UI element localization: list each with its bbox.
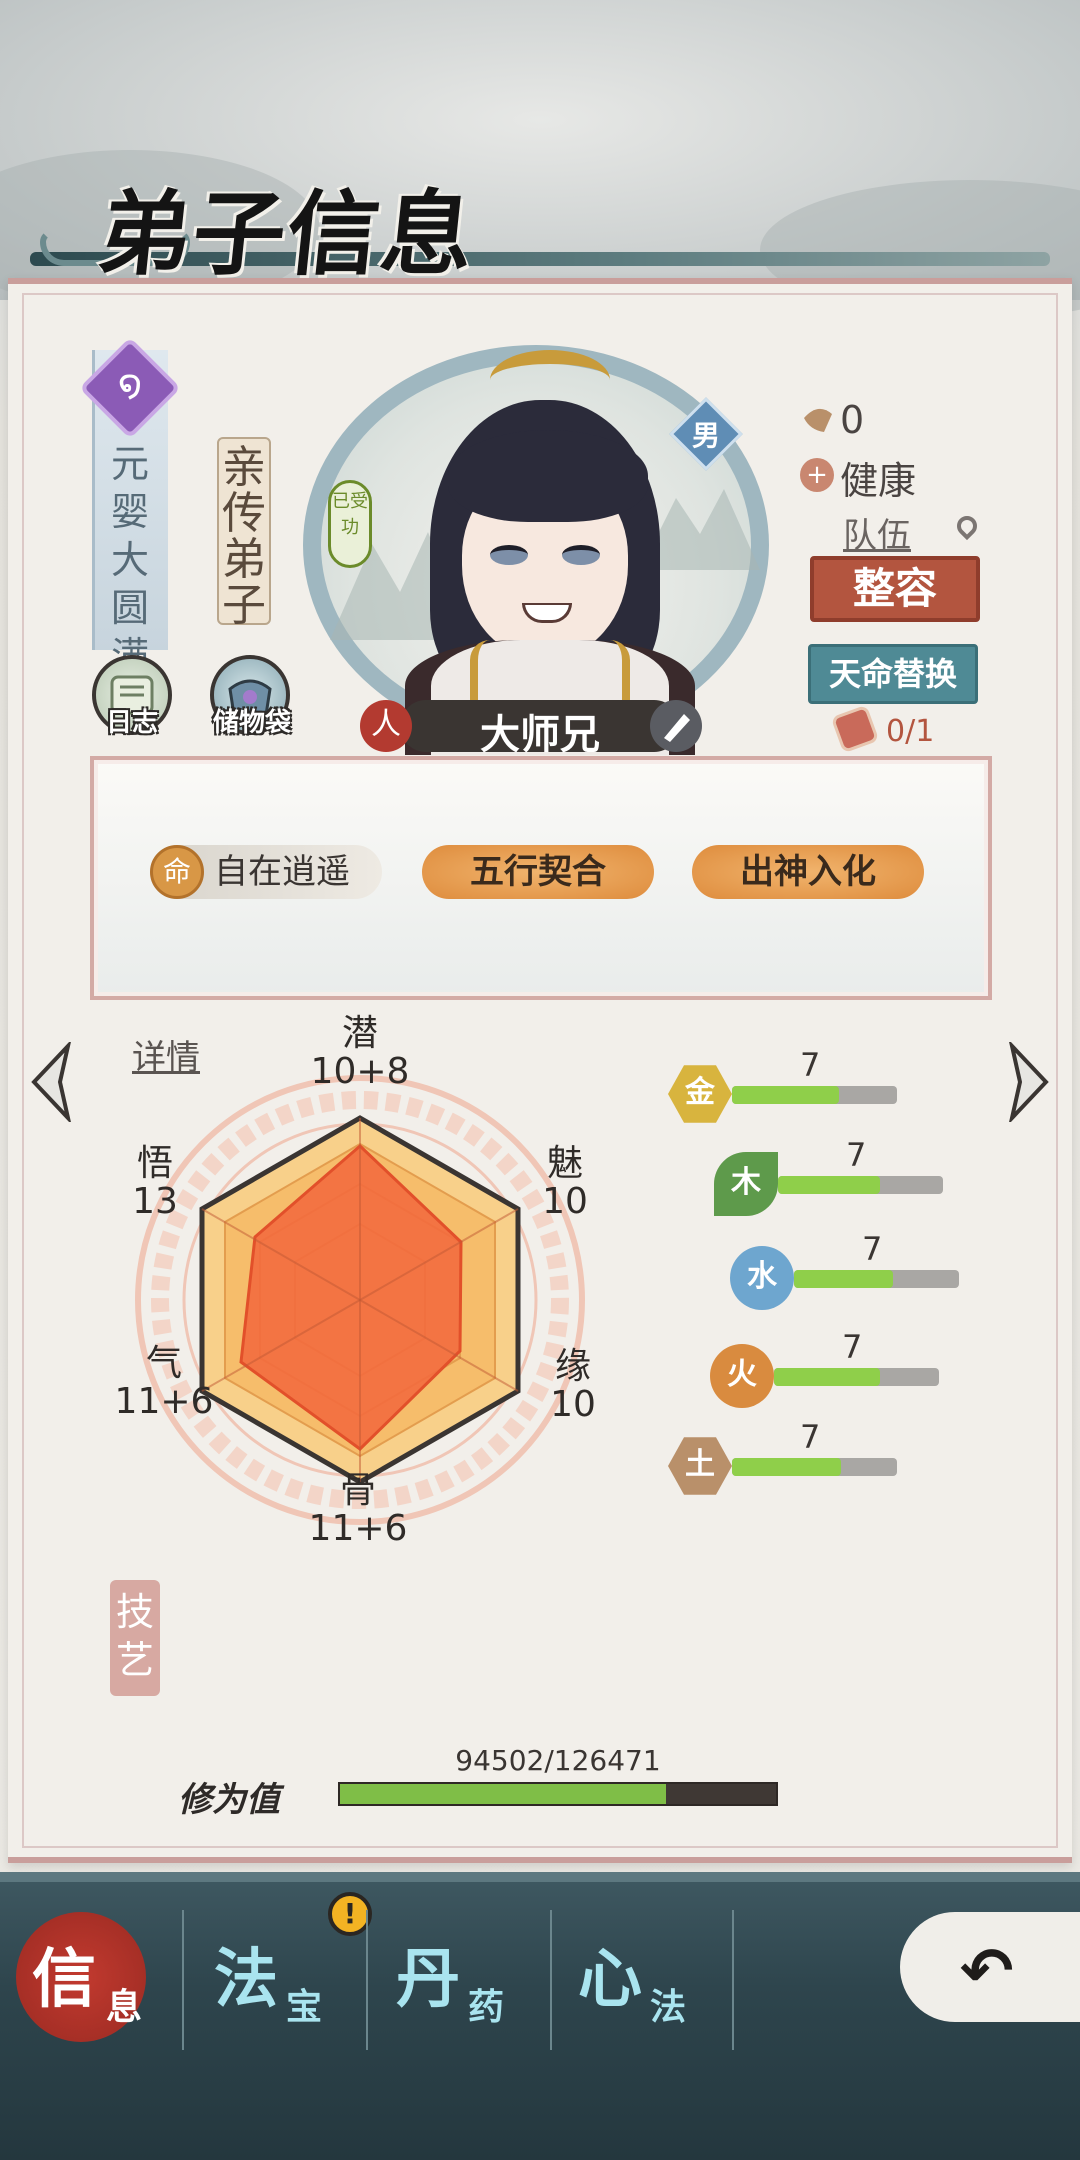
element-value: 7 <box>846 1136 867 1174</box>
tab-treasure-main: 法 <box>214 1942 278 2017</box>
tab-divider <box>550 1910 552 2050</box>
tab-treasure[interactable]: 法 宝 <box>214 1928 364 2048</box>
tab-info[interactable]: 信 息 <box>30 1928 180 2048</box>
attr-insight: 悟 13 <box>132 1143 178 1222</box>
fate-count: 0/1 <box>886 714 935 749</box>
element-value: 7 <box>800 1418 821 1456</box>
fate-seal-icon: 命 <box>150 845 204 899</box>
element-bar-fill <box>778 1176 881 1194</box>
brush-icon <box>664 714 690 742</box>
element-bar-fill <box>732 1086 840 1104</box>
attr-fate: 缘 10 <box>550 1346 596 1425</box>
tab-pills-main: 丹 <box>396 1942 460 2017</box>
back-arrow-icon: ↶ <box>960 1935 1014 2009</box>
storage-bag-label: 储物袋 <box>212 708 291 738</box>
element-icon: 水 <box>730 1246 794 1310</box>
attr-charm: 魅 10 <box>542 1143 588 1222</box>
health-icon: + <box>800 458 834 492</box>
trait-chip[interactable]: 出神入化 <box>692 845 924 899</box>
karma-icon <box>800 400 836 436</box>
element-bar-fill <box>774 1368 880 1386</box>
tab-info-sub: 息 <box>106 1986 143 2028</box>
attribute-radar-chart <box>135 1075 585 1525</box>
attr-potential: 潜 10+8 <box>310 1013 410 1092</box>
tab-pills-sub: 药 <box>468 1986 505 2028</box>
tab-divider <box>732 1910 734 2050</box>
tab-pills[interactable]: 丹 药 <box>396 1928 546 2048</box>
character-crown <box>490 350 610 410</box>
tab-mind-main: 心 <box>578 1942 642 2017</box>
realm-label: 元婴大圆满 <box>110 442 149 678</box>
person-badge: 人 <box>360 700 412 752</box>
character-eye <box>562 545 600 565</box>
element-icon: 木 <box>714 1152 778 1216</box>
tab-divider <box>366 1910 368 2050</box>
element-value: 7 <box>862 1230 883 1268</box>
cultivation-progress-text: 94502/126471 <box>455 1744 661 1777</box>
fate-replace-button[interactable]: 天命替换 <box>808 644 978 704</box>
disciple-rank-tag: 亲传弟子 <box>217 437 271 629</box>
technique-seal: 已受功 <box>328 480 372 568</box>
trait-chip[interactable]: 五行契合 <box>422 845 654 899</box>
gender-label: 男 <box>691 419 720 452</box>
tab-treasure-sub: 宝 <box>286 1986 323 2028</box>
attr-bone: 骨 11+6 <box>308 1470 408 1549</box>
skills-tab[interactable]: 技艺 <box>110 1580 160 1696</box>
character-eye <box>490 545 528 565</box>
element-value: 7 <box>842 1328 863 1366</box>
cultivation-progress-bar <box>338 1782 778 1806</box>
brush-edit-icon[interactable] <box>650 700 702 752</box>
cultivation-label: 修为值 <box>178 1780 280 1820</box>
page-title: 弟子信息 <box>93 180 481 288</box>
tab-divider <box>182 1910 184 2050</box>
attr-qi: 气 11+6 <box>114 1343 214 1422</box>
health-status: 健康 <box>840 459 917 503</box>
cultivation-progress-fill <box>340 1784 666 1804</box>
tab-mind-sub: 法 <box>650 1986 687 2028</box>
character-bangs <box>448 430 648 522</box>
next-disciple-arrow[interactable] <box>1004 1042 1054 1122</box>
makeover-button[interactable]: 整容 <box>810 556 980 622</box>
disciple-name: 大师兄 <box>480 712 600 758</box>
team-link[interactable]: 队伍 <box>843 508 911 557</box>
journal-label: 日志 <box>105 708 158 738</box>
element-value: 7 <box>800 1046 821 1084</box>
element-bar-fill <box>794 1270 893 1288</box>
prev-disciple-arrow[interactable] <box>26 1042 76 1122</box>
tab-info-main: 信 <box>32 1942 96 2017</box>
bottom-nav-border <box>0 1872 1080 1882</box>
tab-mind-method[interactable]: 心 法 <box>578 1928 728 2048</box>
element-bar-fill <box>732 1458 841 1476</box>
swirl-icon: ໑ <box>117 362 143 406</box>
element-icon: 火 <box>710 1344 774 1408</box>
karma-value: 0 <box>840 398 865 442</box>
